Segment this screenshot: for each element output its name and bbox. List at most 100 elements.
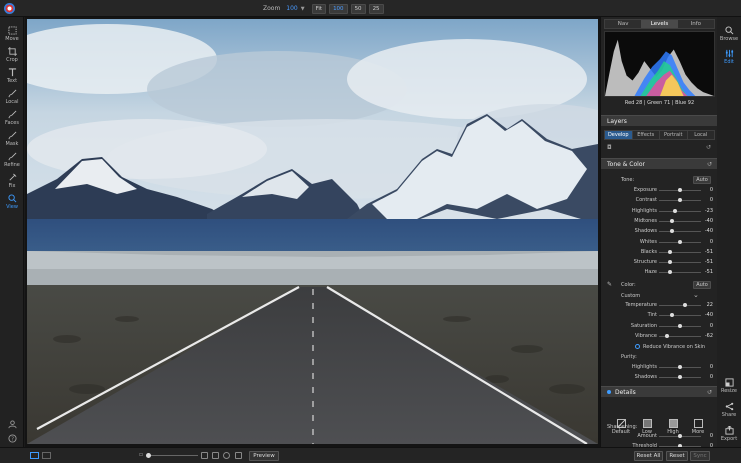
slider-track[interactable] — [659, 272, 701, 274]
slider-value[interactable]: 0 — [710, 239, 713, 245]
slider-handle[interactable] — [672, 208, 677, 213]
slider-value[interactable]: -51 — [705, 269, 713, 275]
slider-value[interactable]: 0 — [710, 443, 713, 447]
slider-value[interactable]: -40 — [705, 228, 713, 234]
slider-handle[interactable] — [664, 333, 669, 338]
eyedropper-icon[interactable]: ✎ — [607, 281, 612, 288]
export-button[interactable]: Export — [717, 425, 741, 442]
zoom-25-button[interactable]: 25 — [368, 3, 384, 14]
chevron-down-icon[interactable]: ▼ — [301, 6, 305, 12]
zoom-slider-track[interactable] — [148, 455, 198, 456]
slider-handle[interactable] — [667, 249, 672, 254]
slider-handle[interactable] — [678, 323, 682, 328]
details-header[interactable]: Details ↺ — [601, 386, 717, 397]
slider-handle[interactable] — [667, 270, 672, 275]
mask-toggle-icon[interactable] — [223, 452, 230, 459]
slider-track[interactable] — [659, 231, 701, 233]
slider-value[interactable]: 0 — [710, 364, 713, 370]
slider-value[interactable]: -51 — [705, 249, 713, 255]
tool-text[interactable]: Text — [0, 67, 24, 87]
slider-track[interactable] — [659, 220, 701, 222]
reduce-vibrance-checkbox[interactable] — [635, 344, 640, 349]
zoom-value-dropdown[interactable]: 100 — [286, 5, 297, 12]
browse-button[interactable]: Browse — [717, 25, 741, 42]
before-after-icon[interactable] — [235, 452, 242, 459]
slider-track[interactable] — [659, 210, 701, 212]
tone-auto-button[interactable]: Auto — [693, 176, 711, 184]
tool-crop[interactable]: Crop — [0, 46, 24, 66]
chevron-down-icon[interactable]: ⌄ — [693, 291, 699, 299]
zoom-in-icon[interactable] — [201, 452, 208, 459]
slider-track[interactable] — [659, 262, 701, 264]
slider-track[interactable] — [659, 251, 701, 253]
reset-button[interactable]: Reset — [666, 451, 688, 461]
slider-handle[interactable] — [678, 434, 682, 438]
reset-all-button[interactable]: Reset All — [634, 451, 663, 461]
tone-color-header[interactable]: Tone & Color ↺ — [601, 158, 717, 169]
tab-nav[interactable]: Nav — [605, 20, 641, 28]
slider-handle[interactable] — [678, 444, 682, 447]
slider-handle[interactable] — [678, 365, 682, 369]
slider-handle[interactable] — [678, 198, 682, 203]
slider-handle[interactable] — [669, 218, 674, 223]
reset-icon[interactable]: ↺ — [707, 389, 712, 396]
slider-handle[interactable] — [678, 188, 682, 192]
tool-mask[interactable]: Mask — [0, 130, 24, 150]
image-canvas[interactable] — [25, 17, 600, 447]
share-button[interactable]: Share — [717, 401, 741, 418]
reset-icon[interactable]: ↺ — [706, 144, 711, 151]
histogram-toggle-icon[interactable] — [212, 452, 219, 459]
resize-button[interactable]: Resize — [717, 377, 741, 394]
tab-levels[interactable]: Levels — [641, 20, 678, 28]
slider-row: Temperature 22 — [601, 301, 717, 310]
slider-value[interactable]: 0 — [710, 197, 713, 203]
slider-handle[interactable] — [669, 229, 674, 234]
zoom-slider-handle[interactable] — [146, 453, 151, 458]
slider-track[interactable] — [659, 315, 701, 317]
slider-handle[interactable] — [678, 239, 682, 244]
tab-local[interactable]: Local — [688, 131, 715, 139]
slider-handle[interactable] — [678, 375, 682, 380]
zoom-100-button[interactable]: 100 — [329, 3, 348, 14]
edit-button[interactable]: Edit — [717, 48, 741, 65]
tab-portrait[interactable]: Portrait — [660, 131, 688, 139]
reset-icon[interactable]: ↺ — [707, 161, 712, 168]
app-logo-icon[interactable] — [4, 3, 15, 14]
slider-value[interactable]: 0 — [710, 374, 713, 380]
layers-header[interactable]: Layers — [601, 115, 717, 126]
slider-handle[interactable] — [667, 260, 672, 265]
tool-refine[interactable]: Refine — [0, 151, 24, 171]
slider-value[interactable]: -62 — [705, 333, 713, 339]
camera-icon[interactable]: ◘ — [607, 144, 612, 151]
slider-value[interactable]: 22 — [707, 302, 713, 308]
share-icon — [724, 401, 734, 411]
compare-view-icon[interactable] — [42, 452, 51, 459]
slider-value[interactable]: 0 — [710, 323, 713, 329]
enabled-dot-icon[interactable] — [607, 390, 611, 394]
zoom-50-button[interactable]: 50 — [350, 3, 366, 14]
preview-button[interactable]: Preview — [249, 451, 279, 461]
color-preset-dropdown[interactable]: Custom — [621, 293, 640, 299]
slider-value[interactable]: -40 — [705, 218, 713, 224]
slider-handle[interactable] — [682, 303, 687, 307]
slider-value[interactable]: -40 — [705, 312, 713, 318]
color-auto-button[interactable]: Auto — [693, 281, 711, 289]
tool-local[interactable]: Local — [0, 88, 24, 108]
tab-info[interactable]: Info — [678, 20, 714, 28]
tab-develop[interactable]: Develop — [605, 131, 633, 139]
tool-fix[interactable]: Fix — [0, 172, 24, 192]
sync-button[interactable]: Sync — [690, 451, 710, 461]
slider-value[interactable]: 0 — [710, 433, 713, 439]
slider-handle[interactable] — [669, 313, 674, 318]
slider-track[interactable] — [659, 305, 701, 306]
single-view-icon[interactable] — [30, 452, 39, 459]
tab-effects[interactable]: Effects — [633, 131, 660, 139]
slider-value[interactable]: -51 — [705, 259, 713, 265]
slider-value[interactable]: -23 — [705, 208, 713, 214]
zoom-fit-button[interactable]: Fit — [311, 3, 327, 14]
tool-faces[interactable]: Faces — [0, 109, 24, 129]
tool-move[interactable]: Move — [0, 25, 24, 45]
tool-view[interactable]: View — [0, 193, 24, 213]
slider-value[interactable]: 0 — [710, 187, 713, 193]
zoom-out-icon[interactable]: ▫ — [139, 451, 143, 458]
